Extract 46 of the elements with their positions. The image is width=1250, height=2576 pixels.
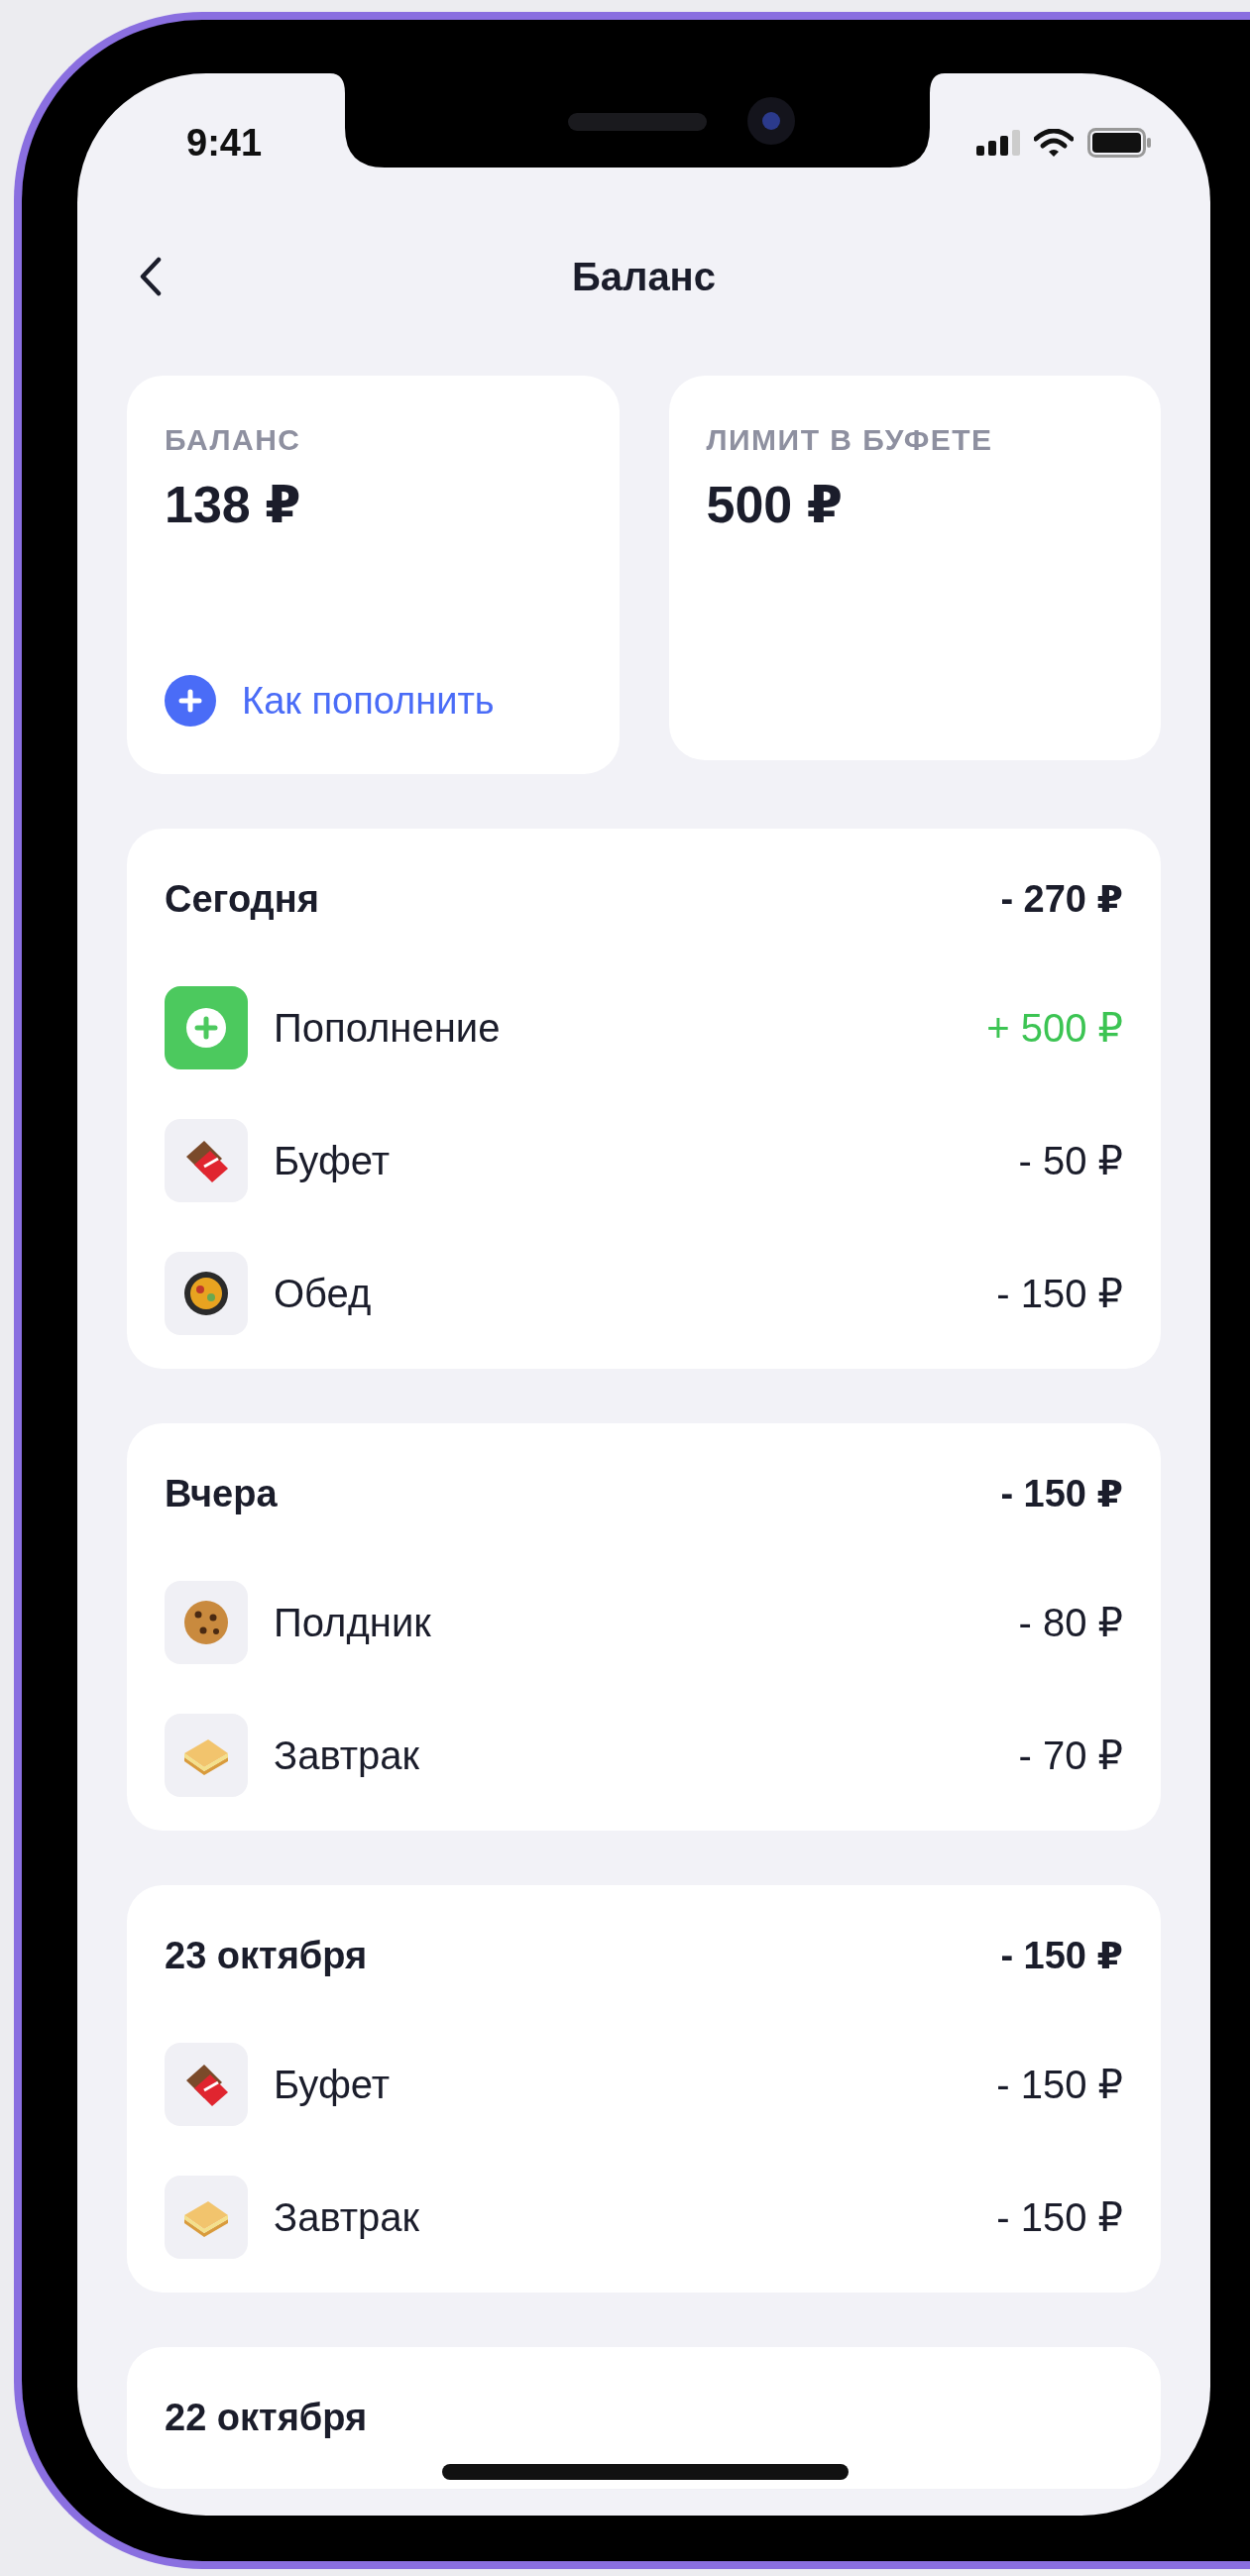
transaction-label: Обед [274, 1271, 373, 1316]
day-title: Сегодня [165, 877, 319, 921]
transaction-amount: - 50 ₽ [1018, 1138, 1123, 1183]
wifi-icon [1034, 129, 1074, 157]
transaction-amount: - 150 ₽ [996, 2194, 1123, 2240]
transaction-row[interactable]: Буфет - 50 ₽ [165, 1094, 1123, 1227]
transaction-row[interactable]: Обед - 150 ₽ [165, 1227, 1123, 1360]
chevron-left-icon [139, 257, 163, 296]
cookie-icon [165, 1581, 248, 1664]
transaction-row[interactable]: Завтрак - 70 ₽ [165, 1689, 1123, 1822]
transaction-amount: - 70 ₽ [1018, 1733, 1123, 1778]
transaction-row[interactable]: Завтрак - 150 ₽ [165, 2151, 1123, 2284]
battery-icon [1087, 128, 1151, 158]
transaction-label: Полдник [274, 1600, 432, 1645]
transaction-amount: + 500 ₽ [986, 1005, 1123, 1051]
sandwich-icon [165, 1714, 248, 1797]
pan-icon [165, 1252, 248, 1335]
summary-label: БАЛАНС [165, 423, 302, 457]
day-title: 22 октября [165, 2396, 368, 2439]
transaction-label: Буфет [274, 1138, 392, 1183]
day-total: - 270 ₽ [1000, 877, 1123, 921]
summary-amount: 500 ₽ [706, 475, 844, 534]
transaction-label: Завтрак [274, 1733, 421, 1778]
screen-title: Баланс [571, 254, 717, 299]
status-time: 9:41 [186, 121, 263, 165]
transaction-label: Завтрак [274, 2194, 421, 2240]
transaction-amount: - 150 ₽ [996, 2062, 1123, 2107]
transaction-row[interactable]: Буфет - 150 ₽ [165, 2018, 1123, 2151]
transaction-label: Буфет [274, 2062, 392, 2107]
day-total: - 150 ₽ [1000, 1472, 1123, 1515]
day-total: - 150 ₽ [1000, 1934, 1123, 1977]
day-title: Вчера [165, 1472, 278, 1515]
transaction-amount: - 150 ₽ [996, 1271, 1123, 1316]
day-title: 23 октября [165, 1934, 368, 1977]
sandwich-icon [165, 2176, 248, 2259]
top-up-link[interactable]: Как пополнить [165, 675, 582, 727]
transaction-amount: - 80 ₽ [1018, 1600, 1123, 1645]
chocolate-bar-icon [165, 2043, 248, 2126]
signal-icon [976, 130, 1020, 156]
transaction-label: Пополнение [274, 1005, 502, 1051]
chocolate-bar-icon [165, 1119, 248, 1202]
transaction-row[interactable]: Полдник - 80 ₽ [165, 1556, 1123, 1689]
plus-circle-icon [165, 675, 216, 727]
summary-label: ЛИМИТ В БУФЕТЕ [706, 423, 994, 457]
transaction-row[interactable]: Пополнение + 500 ₽ [165, 961, 1123, 1094]
summary-amount: 138 ₽ [165, 475, 302, 534]
